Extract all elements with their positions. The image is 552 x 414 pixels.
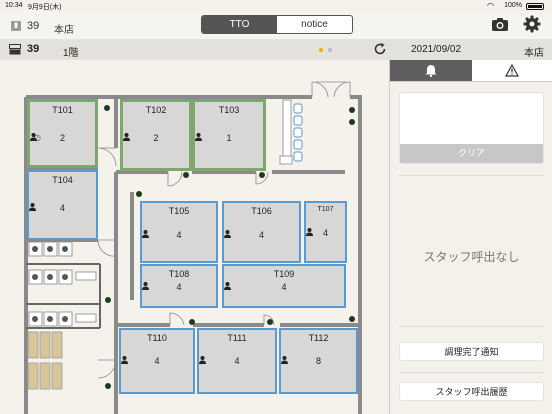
table-name: T112	[308, 333, 329, 343]
table-name: T102	[145, 105, 167, 115]
table-name: T104	[52, 175, 73, 185]
table-count: 4	[322, 228, 328, 238]
table-count: 4	[281, 282, 287, 292]
table-count: 4	[234, 356, 240, 366]
register-icon	[9, 44, 21, 55]
table-name: T103	[218, 105, 240, 115]
bell-icon	[425, 65, 437, 77]
table-count: 4	[176, 230, 182, 240]
person-icon	[30, 133, 37, 141]
person-icon	[142, 230, 149, 238]
refresh-icon[interactable]	[373, 42, 387, 56]
table-t106[interactable]: T106 4	[222, 201, 301, 263]
warning-icon	[505, 64, 520, 77]
person-icon	[306, 228, 313, 236]
table-count: 1	[226, 133, 232, 143]
table-t105[interactable]: T105 4	[140, 201, 218, 263]
table-name: T107	[317, 206, 334, 213]
table-guest-count: 2	[123, 133, 189, 143]
floor-plan: T101 ◷ 2 T102 2 T103 1 T104 4 T105 4 T10…	[0, 60, 388, 414]
table-name: T105	[168, 206, 190, 216]
page-indicator[interactable]	[328, 48, 332, 52]
table-t107[interactable]: T107 4	[304, 201, 347, 263]
person-icon	[281, 356, 288, 364]
table-t109[interactable]: T109 4	[222, 264, 346, 308]
table-count: 4	[258, 230, 264, 240]
floor-label: 1階	[63, 48, 79, 59]
tab-notice[interactable]: notice	[277, 16, 352, 33]
table-t111[interactable]: T111 4	[197, 328, 277, 394]
table-t108[interactable]: T108 4	[140, 264, 218, 308]
table-guest-count: 8	[281, 356, 356, 366]
wifi-icon: ◠	[487, 1, 494, 10]
person-icon	[121, 356, 128, 364]
table-count: 2	[59, 133, 65, 143]
table-t103[interactable]: T103 1	[192, 99, 266, 171]
table-name: T101	[52, 105, 73, 115]
table-guest-count: 4	[224, 230, 299, 240]
divider	[399, 372, 544, 373]
header-store-name: 本店	[54, 25, 74, 36]
table-name: T106	[251, 206, 272, 216]
register-count: 39	[27, 43, 40, 55]
person-icon	[195, 133, 202, 141]
app-header: ▮ 39 本店 TTO notice	[0, 11, 552, 39]
person-icon	[224, 282, 231, 290]
table-count: 4	[59, 203, 65, 213]
table-guest-count: 4	[306, 228, 345, 238]
floor-subheader: 39 1階 2021/09/02 本店	[0, 39, 552, 60]
person-icon	[29, 203, 36, 211]
table-guest-count: ◷ 2	[30, 133, 95, 143]
table-guest-count: 4	[29, 203, 96, 213]
store-badge-icon: ▮	[11, 21, 21, 31]
business-date: 2021/09/02	[411, 44, 462, 55]
divider	[399, 175, 544, 176]
notice-box: クリア	[399, 92, 544, 164]
table-t110[interactable]: T110 4	[119, 328, 195, 394]
staff-call-history-button[interactable]: スタッフ呼出履歴	[399, 382, 544, 401]
person-icon	[224, 230, 231, 238]
table-t112[interactable]: T112 8	[279, 328, 358, 394]
table-t104[interactable]: T104 4	[27, 170, 98, 240]
empty-staff-call-message: スタッフ呼出なし	[423, 250, 520, 264]
header-badge-count: 39	[27, 20, 40, 32]
table-guest-count: 4	[121, 356, 193, 366]
table-count: 8	[315, 356, 321, 366]
table-guest-count: 1	[195, 133, 263, 143]
table-name: T110	[147, 333, 167, 343]
tab-tto[interactable]: TTO	[202, 16, 277, 33]
person-icon	[199, 356, 206, 364]
panel-tabs	[390, 60, 552, 82]
camera-icon[interactable]	[491, 17, 509, 32]
table-t101[interactable]: T101 ◷ 2	[27, 99, 98, 168]
person-icon	[123, 133, 130, 141]
tab-staff-call[interactable]	[390, 60, 472, 82]
table-guest-count: 4	[199, 356, 275, 366]
table-guest-count: 4	[142, 230, 216, 240]
battery-percent: 100%	[504, 2, 522, 9]
table-guest-count: 4	[224, 282, 344, 292]
cooking-complete-notice-button[interactable]: 調理完了通知	[399, 342, 544, 361]
battery-icon	[526, 3, 544, 10]
table-guest-count: 4	[142, 282, 216, 292]
table-t102[interactable]: T102 2	[120, 99, 192, 171]
divider	[399, 326, 544, 327]
table-count: 4	[154, 356, 160, 366]
table-count: 4	[176, 282, 182, 292]
table-name: T111	[227, 333, 247, 343]
tab-alerts[interactable]	[471, 60, 552, 82]
page-indicator-active[interactable]	[319, 48, 323, 52]
gear-icon[interactable]	[523, 15, 541, 33]
table-count: 2	[153, 133, 159, 143]
notification-panel: クリア スタッフ呼出なし 調理完了通知 スタッフ呼出履歴	[389, 60, 552, 414]
table-name: T108	[168, 269, 190, 279]
table-name: T109	[273, 269, 295, 279]
person-icon	[142, 282, 149, 290]
clear-button[interactable]: クリア	[400, 144, 543, 163]
status-bar: 10:34 9月9日(木) ◠ 100%	[0, 0, 552, 11]
subheader-store-name: 本店	[524, 48, 544, 59]
mode-segmented-control: TTO notice	[201, 15, 353, 34]
status-time: 10:34	[5, 2, 23, 9]
